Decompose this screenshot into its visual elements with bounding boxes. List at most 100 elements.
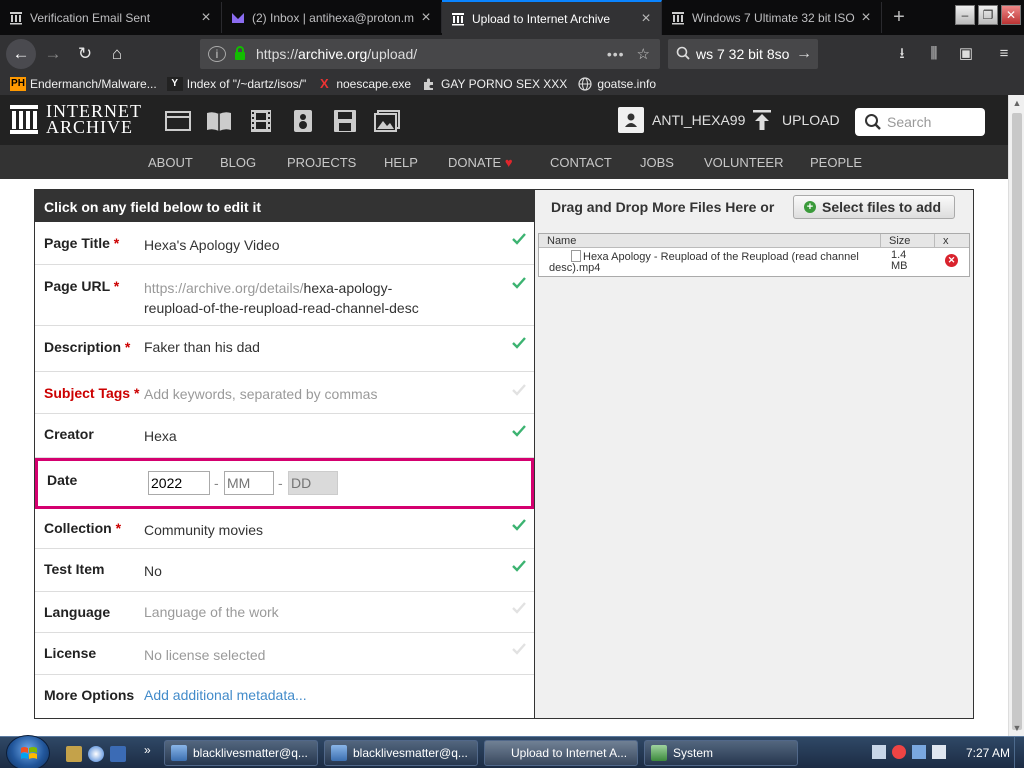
test-item-value[interactable]: No xyxy=(144,563,162,579)
library-icon[interactable]: ⫼ xyxy=(923,44,945,64)
taskbar-button-4[interactable]: System xyxy=(644,740,798,766)
row-description[interactable]: Description * Faker than his dad xyxy=(35,326,534,372)
tab-upload[interactable]: Upload to Internet Archive × xyxy=(442,0,662,35)
row-page-title[interactable]: Page Title * Hexa's Apology Video xyxy=(35,222,534,265)
start-button[interactable] xyxy=(6,735,50,768)
nav-help[interactable]: HELP xyxy=(384,155,418,170)
nav-about[interactable]: ABOUT xyxy=(148,155,193,170)
browser-search-value[interactable]: ws 7 32 bit 8so xyxy=(696,46,796,62)
add-metadata-link[interactable]: Add additional metadata... xyxy=(144,687,307,703)
window-close-icon[interactable]: ✕ xyxy=(1001,5,1021,25)
bookmark-item[interactable]: PH Endermanch/Malware... xyxy=(10,77,157,91)
computer-icon[interactable] xyxy=(110,746,126,762)
scroll-up-icon[interactable]: ▲ xyxy=(1009,95,1024,111)
tab-inbox[interactable]: (2) Inbox | antihexa@proton.m × xyxy=(222,2,442,33)
lock-icon[interactable] xyxy=(234,45,248,63)
bookmark-item[interactable]: goatse.info xyxy=(577,77,656,91)
scrollbar-thumb[interactable] xyxy=(1012,113,1022,730)
ia-logo[interactable]: INTERNET ARCHIVE xyxy=(10,102,142,136)
reload-icon[interactable]: ↻ xyxy=(70,39,100,69)
delete-file-icon[interactable]: ✕ xyxy=(945,254,958,267)
nav-contact[interactable]: CONTACT xyxy=(550,155,612,170)
images-icon[interactable] xyxy=(374,109,400,133)
select-files-button[interactable]: + Select files to add xyxy=(793,195,955,219)
chevron-right-icon[interactable]: » xyxy=(144,743,151,757)
browser-search-box[interactable]: ws 7 32 bit 8so → xyxy=(668,39,818,69)
date-year-input[interactable] xyxy=(148,471,210,495)
nav-projects[interactable]: PROJECTS xyxy=(287,155,356,170)
date-month-input[interactable] xyxy=(224,471,274,495)
url-bar[interactable]: i https://archive.org/upload/ ••• ☆ xyxy=(200,39,660,69)
audio-icon[interactable] xyxy=(290,109,316,133)
bookmark-item[interactable]: GAY PORNO SEX XXX xyxy=(421,77,567,91)
url-text[interactable]: https://archive.org/upload/ xyxy=(256,46,607,62)
close-icon[interactable]: × xyxy=(639,10,653,28)
row-subject-tags[interactable]: Subject Tags * Add keywords, separated b… xyxy=(35,372,534,414)
description-value[interactable]: Faker than his dad xyxy=(144,339,260,355)
language-placeholder[interactable]: Language of the work xyxy=(144,604,279,620)
forward-icon[interactable]: → xyxy=(38,39,68,69)
scroll-down-icon[interactable]: ▼ xyxy=(1009,720,1024,736)
taskbar-button-1[interactable]: blacklivesmatter@q... xyxy=(164,740,318,766)
folder-icon[interactable] xyxy=(66,746,82,762)
menu-icon[interactable]: ≡ xyxy=(993,44,1015,64)
nav-people[interactable]: PEOPLE xyxy=(810,155,862,170)
close-icon[interactable]: × xyxy=(859,9,873,27)
subject-tags-placeholder[interactable]: Add keywords, separated by commas xyxy=(144,386,377,402)
row-license[interactable]: License No license selected xyxy=(35,633,534,675)
row-collection[interactable]: Collection * Community movies xyxy=(35,509,534,549)
sidebar-icon[interactable]: ▣ xyxy=(955,44,977,64)
collection-value[interactable]: Community movies xyxy=(144,522,263,538)
page-url-value[interactable]: https://archive.org/details/hexa-apology… xyxy=(144,278,444,318)
web-icon[interactable] xyxy=(165,109,191,133)
texts-icon[interactable] xyxy=(206,109,232,133)
ia-search-input[interactable]: Search xyxy=(855,108,985,136)
home-icon[interactable]: ⌂ xyxy=(102,39,132,69)
upload-button[interactable]: UPLOAD xyxy=(752,109,840,131)
arrow-right-icon[interactable]: → xyxy=(796,45,812,63)
tray-device-icon[interactable] xyxy=(872,745,886,759)
video-icon[interactable] xyxy=(248,109,274,133)
network-icon[interactable] xyxy=(88,746,104,762)
nav-jobs[interactable]: JOBS xyxy=(640,155,674,170)
user-menu[interactable]: ANTI_HEXA99 xyxy=(618,107,745,133)
row-page-url[interactable]: Page URL * https://archive.org/details/h… xyxy=(35,265,534,326)
software-icon[interactable] xyxy=(332,109,358,133)
tab-verification[interactable]: Verification Email Sent × xyxy=(0,2,222,33)
taskbar-button-3[interactable]: Upload to Internet A... xyxy=(484,740,638,766)
clock[interactable]: 7:27 AM xyxy=(966,746,1010,760)
tray-volume-icon[interactable] xyxy=(932,745,946,759)
back-icon[interactable]: ← xyxy=(6,39,36,69)
page-actions-icon[interactable]: ••• xyxy=(607,46,625,62)
nav-blog[interactable]: BLOG xyxy=(220,155,256,170)
row-language[interactable]: Language Language of the work xyxy=(35,592,534,633)
creator-value[interactable]: Hexa xyxy=(144,428,177,444)
avatar xyxy=(618,107,644,133)
collection-label: Collection * xyxy=(44,520,121,536)
nav-donate[interactable]: DONATE ♥ xyxy=(448,155,513,170)
license-value[interactable]: No license selected xyxy=(144,647,265,663)
file-row[interactable]: Hexa Apology - Reupload of the Reupload … xyxy=(539,248,969,276)
tray-alert-icon[interactable] xyxy=(892,745,906,759)
page-scrollbar[interactable]: ▲ ▼ xyxy=(1008,95,1024,736)
close-icon[interactable]: × xyxy=(419,9,433,27)
row-creator[interactable]: Creator Hexa xyxy=(35,414,534,458)
maximize-icon[interactable]: ❐ xyxy=(978,5,998,25)
bookmark-item[interactable]: X noescape.exe xyxy=(316,77,411,92)
taskbar-button-2[interactable]: blacklivesmatter@q... xyxy=(324,740,478,766)
date-day-input[interactable] xyxy=(288,471,338,495)
info-icon[interactable]: i xyxy=(208,46,226,62)
bookmark-item[interactable]: Y Index of "/~dartz/isos/" xyxy=(166,77,306,91)
new-tab-icon[interactable]: + xyxy=(888,4,910,30)
row-test-item[interactable]: Test Item No xyxy=(35,549,534,592)
tray-network-icon[interactable] xyxy=(912,745,926,759)
page-title-value[interactable]: Hexa's Apology Video xyxy=(144,237,280,253)
download-icon[interactable]: ⭳ xyxy=(891,44,913,64)
show-desktop-button[interactable] xyxy=(1014,737,1024,768)
minimize-icon[interactable]: – xyxy=(955,5,975,25)
close-icon[interactable]: × xyxy=(199,9,213,27)
bookmark-star-icon[interactable]: ☆ xyxy=(637,45,650,63)
tab-windows7[interactable]: Windows 7 Ultimate 32 bit ISO × xyxy=(662,2,882,33)
nav-volunteer[interactable]: VOLUNTEER xyxy=(704,155,783,170)
row-date[interactable]: Date - - xyxy=(35,458,534,509)
